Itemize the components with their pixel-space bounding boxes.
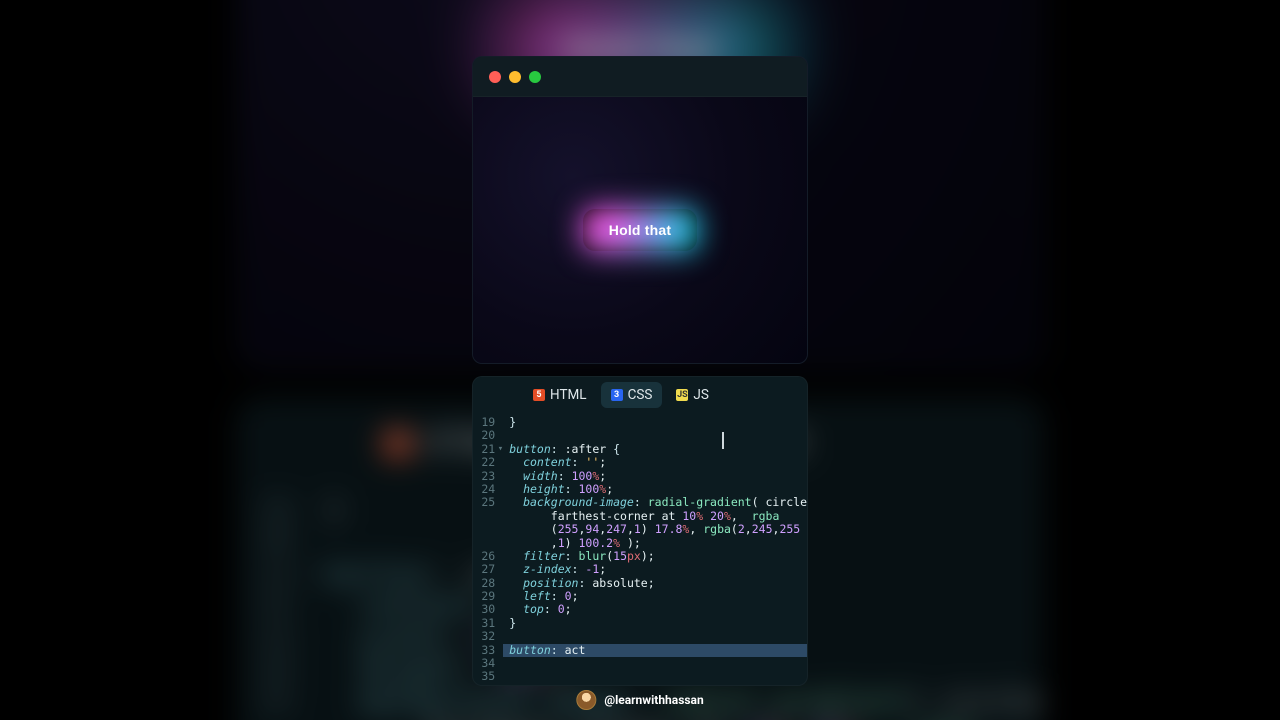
preview-titlebar	[473, 57, 807, 97]
center-stage: Hold that 5 HTML 3 CSS JS JS 192021▾2223…	[472, 0, 808, 720]
js-icon: JS	[676, 389, 688, 401]
tab-js-label: JS	[693, 387, 708, 403]
tab-css[interactable]: 3 CSS	[601, 382, 663, 408]
line-gutter: 192021▾2223242526272829303132333435	[473, 413, 503, 685]
code-editor[interactable]: 192021▾2223242526272829303132333435 }but…	[473, 413, 807, 685]
css-icon: 3	[611, 389, 623, 401]
hold-that-button[interactable]: Hold that	[583, 209, 697, 251]
tab-html[interactable]: 5 HTML	[523, 382, 597, 408]
window-minimize-icon[interactable]	[509, 71, 521, 83]
editor-window: 5 HTML 3 CSS JS JS 192021▾22232425262728…	[472, 376, 808, 686]
avatar	[576, 690, 596, 710]
tab-css-label: CSS	[628, 387, 653, 403]
preview-window: Hold that	[472, 56, 808, 364]
editor-tabs: 5 HTML 3 CSS JS JS	[473, 377, 807, 413]
window-maximize-icon[interactable]	[529, 71, 541, 83]
window-close-icon[interactable]	[489, 71, 501, 83]
author-footer: @learnwithhassan	[576, 690, 703, 710]
tab-js[interactable]: JS JS	[666, 382, 718, 408]
text-cursor-icon	[722, 432, 724, 449]
tab-html-label: HTML	[550, 387, 587, 403]
html-icon: 5	[533, 389, 545, 401]
author-handle: @learnwithhassan	[604, 693, 703, 707]
preview-body: Hold that	[473, 97, 807, 363]
code-area[interactable]: }button: :after { content: ''; width: 10…	[503, 413, 807, 685]
